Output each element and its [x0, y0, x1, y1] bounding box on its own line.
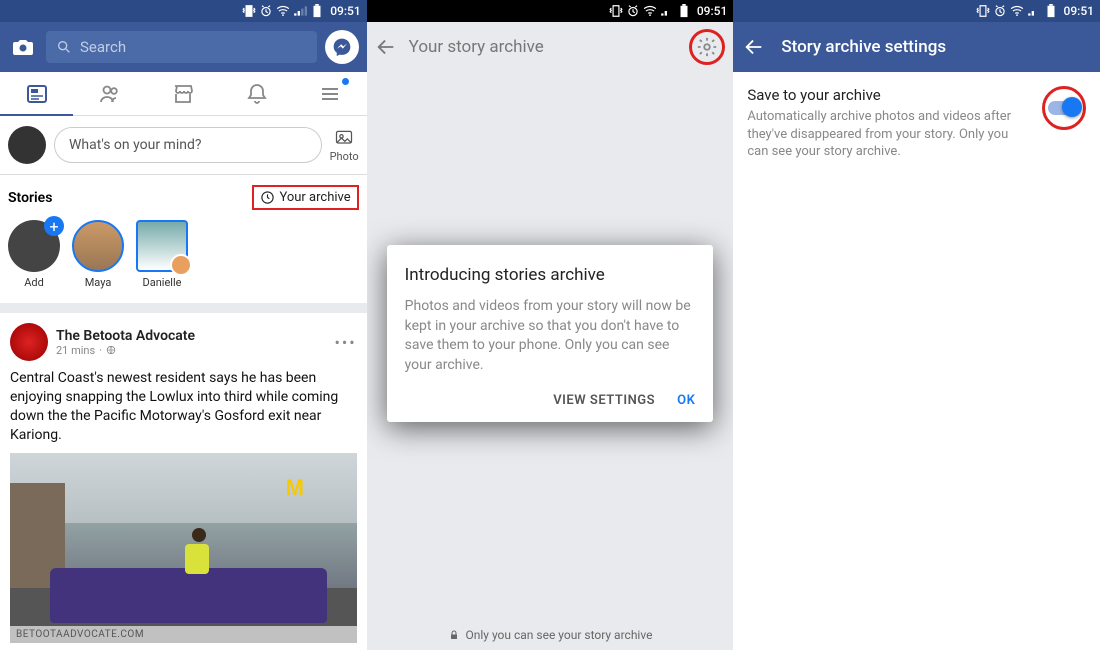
- tab-marketplace[interactable]: [147, 72, 220, 115]
- story-item[interactable]: Danielle: [136, 220, 188, 289]
- photo-button[interactable]: Photo: [330, 128, 359, 163]
- panel-settings: 09:51 Story archive settings Save to you…: [733, 0, 1100, 650]
- notification-dot: [342, 78, 349, 85]
- panel-feed: 09:51 Search W: [0, 0, 367, 650]
- tab-newsfeed[interactable]: [0, 72, 73, 115]
- globe-icon: [106, 345, 116, 355]
- composer: What's on your mind? Photo: [0, 116, 367, 175]
- nav-tabs: [0, 72, 367, 116]
- dialog-heading: Introducing stories archive: [405, 265, 696, 285]
- archive-header: Your story archive: [367, 22, 734, 72]
- post-time: 21 mins: [56, 344, 95, 357]
- post-avatar[interactable]: [10, 323, 48, 361]
- search-placeholder: Search: [80, 38, 126, 56]
- battery-icon: [310, 4, 324, 18]
- alarm-icon: [259, 4, 273, 18]
- back-button[interactable]: [375, 36, 397, 58]
- status-bar: 09:51: [733, 0, 1100, 22]
- privacy-note: Only you can see your story archive: [367, 628, 734, 642]
- signal-icon: [1027, 4, 1041, 18]
- settings-header: Story archive settings: [733, 22, 1100, 72]
- vibrate-icon: [976, 4, 990, 18]
- intro-dialog: Introducing stories archive Photos and v…: [387, 245, 714, 422]
- post-source: BETOOTAADVOCATE.COM: [10, 626, 357, 643]
- status-bar: 09:51: [367, 0, 734, 22]
- tab-friends[interactable]: [73, 72, 146, 115]
- archive-toggle[interactable]: [1042, 86, 1086, 130]
- wifi-icon: [643, 4, 657, 18]
- post-body: Central Coast's newest resident says he …: [10, 369, 357, 445]
- panel-archive: 09:51 Your story archive Introducing sto…: [367, 0, 734, 650]
- messenger-button[interactable]: [325, 30, 359, 64]
- camera-button[interactable]: [8, 32, 38, 62]
- clock-icon: [260, 190, 275, 205]
- story-add[interactable]: + Add: [8, 220, 60, 289]
- battery-icon: [1044, 4, 1058, 18]
- status-bar: 09:51: [0, 0, 367, 22]
- view-settings-button[interactable]: VIEW SETTINGS: [553, 393, 655, 408]
- vibrate-icon: [609, 4, 623, 18]
- wifi-icon: [276, 4, 290, 18]
- alarm-icon: [993, 4, 1007, 18]
- app-header: Search: [0, 22, 367, 72]
- your-archive-button[interactable]: Your archive: [252, 185, 358, 210]
- search-input[interactable]: Search: [46, 31, 317, 63]
- search-icon: [56, 39, 72, 55]
- post-author[interactable]: The Betoota Advocate: [56, 328, 195, 344]
- user-avatar[interactable]: [8, 126, 46, 164]
- plus-icon: +: [44, 216, 64, 236]
- tab-menu[interactable]: [293, 72, 366, 115]
- composer-input[interactable]: What's on your mind?: [54, 127, 322, 163]
- battery-icon: [677, 4, 691, 18]
- feed-post: The Betoota Advocate 21 mins · ••• Centr…: [0, 313, 367, 650]
- stories-section: Stories Your archive + Add Maya Danielle: [0, 175, 367, 313]
- archive-title: Your story archive: [409, 37, 544, 57]
- lock-icon: [448, 629, 460, 641]
- setting-save-archive: Save to your archive Automatically archi…: [733, 72, 1100, 179]
- post-menu-button[interactable]: •••: [334, 333, 356, 352]
- alarm-icon: [626, 4, 640, 18]
- setting-desc: Automatically archive photos and videos …: [747, 108, 1032, 161]
- wifi-icon: [1010, 4, 1024, 18]
- dialog-body: Photos and videos from your story will n…: [405, 297, 696, 375]
- back-button[interactable]: [743, 36, 765, 58]
- settings-button[interactable]: [689, 29, 725, 65]
- stories-title: Stories: [8, 190, 52, 206]
- tab-notifications[interactable]: [220, 72, 293, 115]
- post-image[interactable]: BETOOTAADVOCATE.COM: [10, 453, 357, 643]
- ok-button[interactable]: OK: [677, 393, 695, 408]
- signal-icon: [293, 4, 307, 18]
- setting-label: Save to your archive: [747, 86, 1032, 104]
- status-time: 09:51: [330, 4, 360, 18]
- signal-icon: [660, 4, 674, 18]
- gear-icon: [696, 36, 718, 58]
- settings-title: Story archive settings: [781, 37, 946, 57]
- story-item[interactable]: Maya: [72, 220, 124, 289]
- vibrate-icon: [242, 4, 256, 18]
